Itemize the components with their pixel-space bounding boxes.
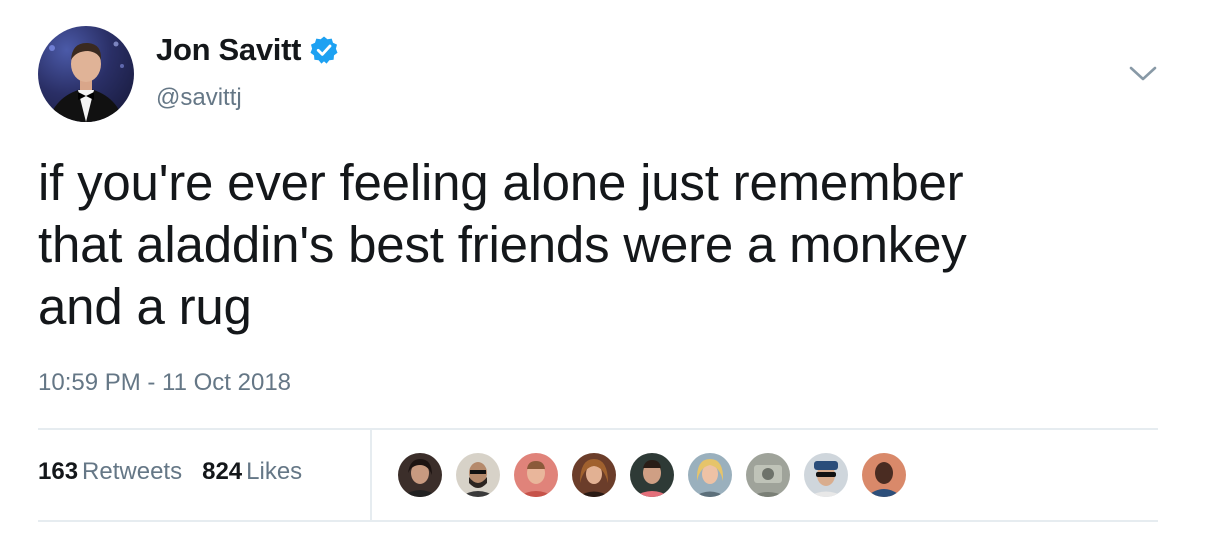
likes-count: 824	[202, 458, 243, 485]
liker-avatar[interactable]	[686, 451, 734, 499]
divider	[38, 520, 1158, 522]
chevron-down-icon[interactable]	[1128, 62, 1158, 84]
tweet-stats: 163 Retweets 824 Likes	[38, 458, 302, 486]
tweet-text-line: and a rug	[38, 278, 252, 335]
liker-avatar[interactable]	[570, 451, 618, 499]
stats-vertical-divider	[370, 430, 372, 520]
likes-label: Likes	[246, 458, 303, 485]
retweets-count: 163	[38, 458, 79, 485]
author-display-name[interactable]: Jon Savitt	[156, 32, 301, 68]
tweet-text: if you're ever feeling alone just rememb…	[38, 152, 1178, 338]
verified-badge-icon	[309, 35, 339, 65]
liker-avatars	[396, 451, 918, 499]
tweet-timestamp[interactable]: 10:59 PM - 11 Oct 2018	[38, 369, 291, 397]
divider	[38, 428, 1158, 430]
liker-avatar[interactable]	[860, 451, 908, 499]
author-avatar-image	[48, 41, 124, 122]
author-handle[interactable]: @savittj	[156, 84, 242, 112]
liker-avatar[interactable]	[454, 451, 502, 499]
liker-avatar[interactable]	[744, 451, 792, 499]
tweet-text-line: if you're ever feeling alone just rememb…	[38, 154, 964, 211]
tweet-card: Jon Savitt @savittj if you're ever feeli…	[0, 0, 1210, 534]
retweets-stat[interactable]: 163 Retweets	[38, 458, 182, 486]
liker-avatar[interactable]	[802, 451, 850, 499]
retweets-label: Retweets	[82, 458, 183, 485]
liker-avatar[interactable]	[512, 451, 560, 499]
author-avatar[interactable]	[38, 26, 134, 122]
author-name-row: Jon Savitt	[156, 32, 339, 68]
liker-avatar[interactable]	[396, 451, 444, 499]
liker-avatar[interactable]	[628, 451, 676, 499]
likes-stat[interactable]: 824 Likes	[202, 458, 302, 486]
tweet-text-line: that aladdin's best friends were a monke…	[38, 216, 967, 273]
